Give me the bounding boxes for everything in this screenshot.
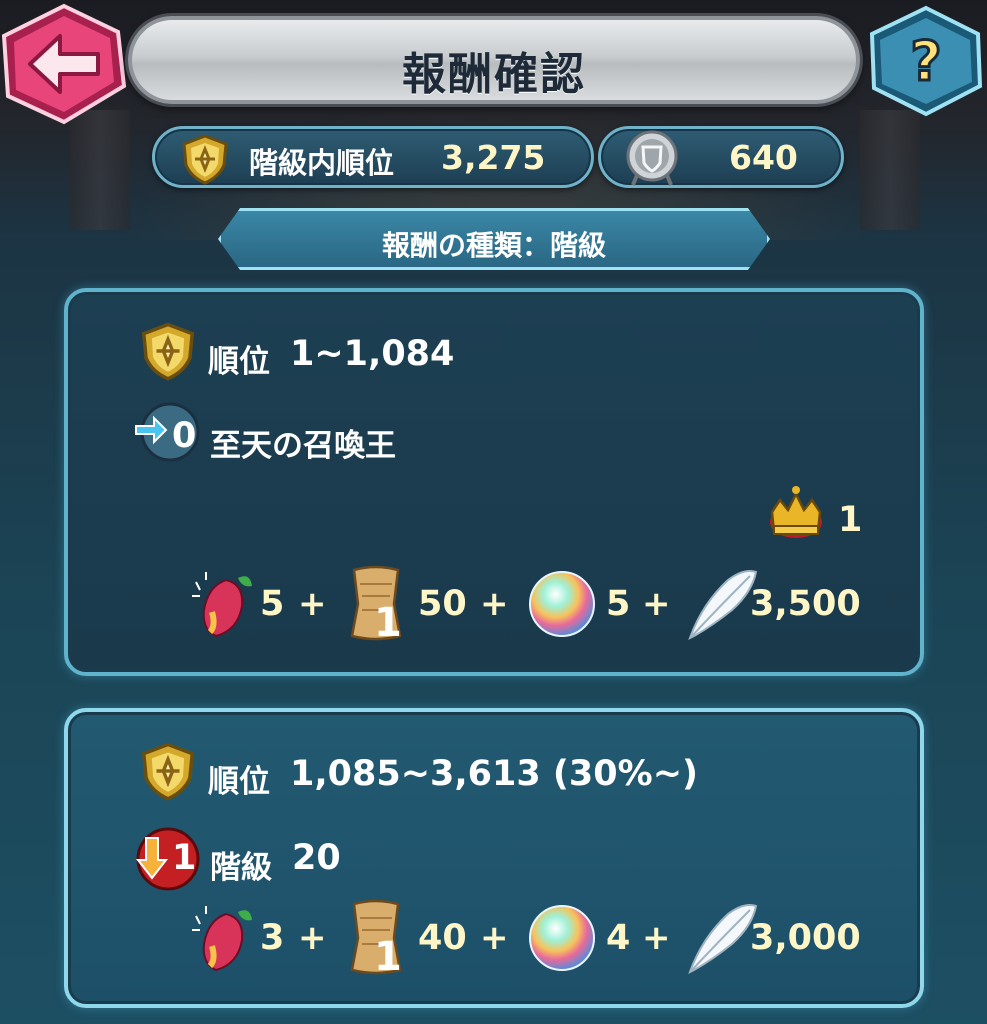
reward-amount: 3,500 [750, 584, 861, 624]
crown-icon [770, 486, 822, 538]
sacred-fruit-icon [192, 906, 252, 972]
feather-icon [688, 570, 758, 641]
rank-stat: 階級内順位 3,275 [152, 126, 594, 188]
reward-type-bar: 報酬の種類：階級 [218, 208, 770, 270]
scroll-badge: 1 [374, 600, 402, 646]
plus-sign: + [642, 584, 671, 624]
gold-shield-icon [141, 742, 195, 801]
reward-amount: 5 [260, 584, 285, 624]
status-value: 20 [292, 838, 341, 878]
silver-medal-icon [626, 130, 678, 186]
status-text: 至天の召喚王 [210, 428, 396, 464]
sacred-fruit-icon [192, 572, 252, 638]
rank-range: 1,085~3,613 (30%~) [290, 754, 699, 794]
plus-sign: + [642, 918, 671, 958]
reward-type-label: 報酬の種類：階級 [381, 229, 606, 262]
back-button[interactable] [0, 2, 128, 126]
rank-label: 階級内順位 [249, 146, 395, 180]
title-plate: 報酬確認 [128, 16, 860, 104]
help-icon: ? [869, 5, 983, 117]
rank-value: 3,275 [441, 138, 546, 177]
help-label: ? [910, 30, 941, 93]
status-badge: 0 [172, 416, 197, 456]
status-label: 階級 [210, 850, 272, 886]
points-value: 640 [729, 138, 798, 177]
reward-tier-panel: 順位 1,085~3,613 (30%~) 1 階級 20 3 + 1 40 + [64, 708, 924, 1008]
background-pillar [70, 110, 130, 230]
page-title: 報酬確認 [402, 49, 586, 100]
rank-label: 順位 [208, 344, 270, 380]
reward-amount: 3 [260, 918, 285, 958]
reward-amount: 4 [606, 918, 631, 958]
reward-tier-panel: 順位 1~1,084 0 至天の召喚王 1 5 + 1 50 + 5 + 3,5… [64, 288, 924, 676]
reward-amount: 40 [418, 918, 467, 958]
rank-range: 1~1,084 [290, 334, 455, 374]
scroll-badge: 1 [374, 934, 402, 980]
plus-sign: + [298, 584, 327, 624]
background-pillar [860, 110, 920, 230]
rank-label: 順位 [208, 764, 270, 800]
status-badge: 1 [172, 838, 197, 878]
gold-shield-icon [182, 134, 228, 185]
help-button[interactable]: ? [866, 4, 986, 118]
plus-sign: + [298, 918, 327, 958]
orb-icon [529, 905, 595, 971]
crown-count: 1 [838, 500, 863, 540]
feather-icon [688, 904, 758, 975]
orb-icon [529, 571, 595, 637]
back-arrow-icon [1, 3, 127, 125]
plus-sign: + [480, 918, 509, 958]
reward-amount: 3,000 [750, 918, 861, 958]
gold-shield-icon [141, 322, 195, 381]
plus-sign: + [480, 584, 509, 624]
reward-amount: 5 [606, 584, 631, 624]
reward-amount: 50 [418, 584, 467, 624]
points-stat: 640 [598, 126, 844, 188]
